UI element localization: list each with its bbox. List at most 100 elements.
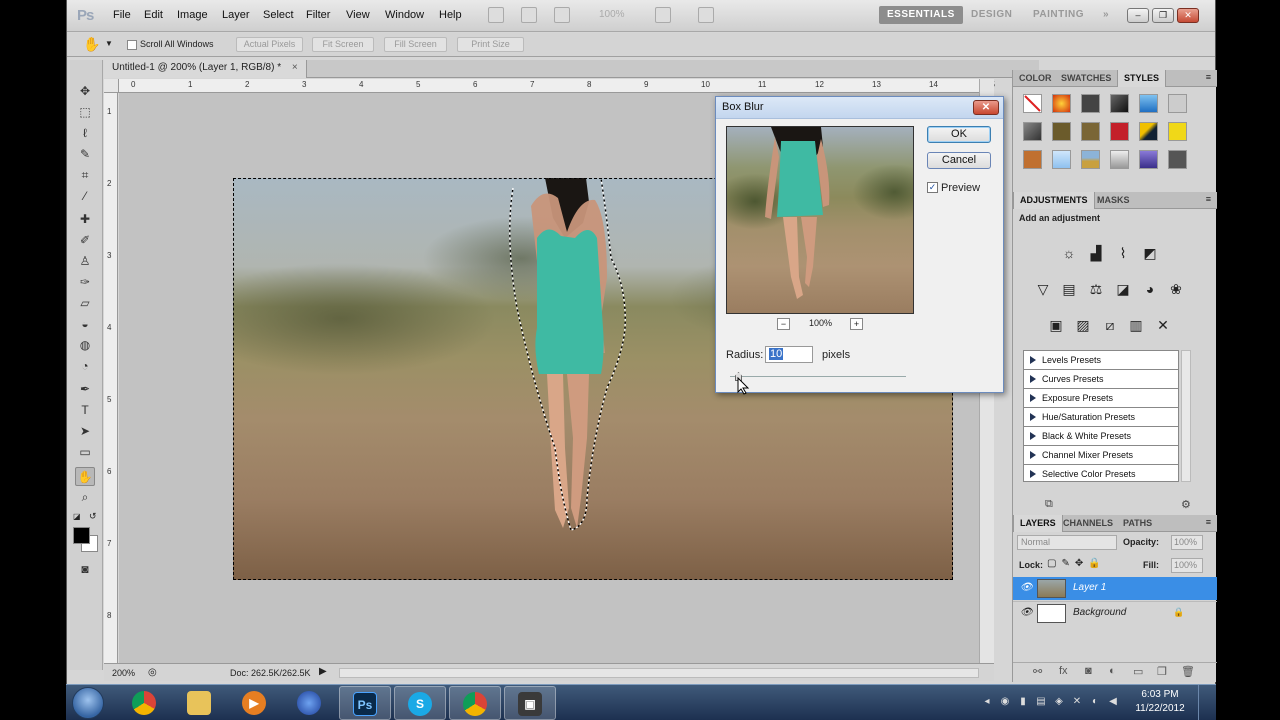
menu-file[interactable]: File <box>113 9 131 21</box>
tab-adjustments[interactable]: ADJUSTMENTS <box>1013 192 1095 209</box>
black-white-icon[interactable]: ◪ <box>1113 279 1133 299</box>
history-brush-tool-icon[interactable]: ✑ <box>75 273 95 292</box>
blend-mode-select[interactable]: Normal <box>1017 535 1117 550</box>
path-selection-tool-icon[interactable]: ➤ <box>75 422 95 441</box>
style-swatch[interactable] <box>1023 122 1042 141</box>
workspace-essentials[interactable]: ESSENTIALS <box>879 6 963 24</box>
eyedropper-tool-icon[interactable]: ⁄ <box>75 187 95 206</box>
taskbar-media-player[interactable]: ▶ <box>229 686 281 720</box>
lasso-tool-icon[interactable]: ℓ <box>75 124 95 143</box>
color-balance-icon[interactable]: ⚖ <box>1086 279 1106 299</box>
tab-channels[interactable]: CHANNELS <box>1057 515 1119 532</box>
radius-input[interactable]: 10 <box>765 346 813 363</box>
foreground-color-swatch[interactable] <box>73 527 90 544</box>
bridge-icon[interactable] <box>488 7 504 23</box>
swap-colors-icon[interactable]: ↺ <box>89 511 97 522</box>
radius-slider-track[interactable] <box>730 376 906 377</box>
document-close-icon[interactable]: × <box>292 62 298 73</box>
style-swatch[interactable] <box>1052 122 1071 141</box>
close-window-button[interactable]: ✕ <box>1177 8 1199 23</box>
scroll-all-checkbox[interactable] <box>127 40 137 50</box>
status-zoom[interactable]: 200% <box>112 668 135 678</box>
style-swatch[interactable] <box>1168 94 1187 113</box>
print-size-button[interactable]: Print Size <box>457 37 524 52</box>
tray-volume-icon[interactable]: ◀ <box>1107 696 1119 708</box>
style-swatch[interactable] <box>1081 122 1100 141</box>
horizontal-scrollbar[interactable] <box>339 668 979 678</box>
presets-scrollbar[interactable] <box>1181 350 1191 482</box>
document-tab[interactable]: Untitled-1 @ 200% (Layer 1, RGB/8) * × <box>104 60 307 78</box>
preset-levels[interactable]: Levels Presets <box>1024 351 1178 370</box>
tray-icon[interactable]: ✕ <box>1071 696 1083 708</box>
show-desktop-button[interactable] <box>1198 685 1210 720</box>
brightness-contrast-icon[interactable]: ☼ <box>1059 243 1079 263</box>
style-swatch[interactable] <box>1139 94 1158 113</box>
menu-window[interactable]: Window <box>385 9 424 21</box>
lock-icons[interactable]: ▢✎✥🔒 <box>1047 558 1106 569</box>
layer-style-icon[interactable]: fx <box>1059 665 1068 677</box>
zoom-out-button[interactable]: − <box>777 318 790 330</box>
maximize-button[interactable]: ❐ <box>1152 8 1174 23</box>
actual-pixels-button[interactable]: Actual Pixels <box>236 37 303 52</box>
fit-screen-button[interactable]: Fit Screen <box>312 37 374 52</box>
zoom-in-button[interactable]: + <box>850 318 863 330</box>
quick-selection-tool-icon[interactable]: ✎ <box>75 145 95 164</box>
style-swatch[interactable] <box>1139 122 1158 141</box>
tab-layers[interactable]: LAYERS <box>1013 515 1063 532</box>
taskbar-photoshop[interactable]: Ps <box>339 686 391 720</box>
tab-swatches[interactable]: SWATCHES <box>1055 70 1117 87</box>
minimize-button[interactable]: – <box>1127 8 1149 23</box>
exposure-icon[interactable]: ◩ <box>1140 243 1160 263</box>
shape-tool-icon[interactable]: ▭ <box>75 443 95 462</box>
menu-filter[interactable]: Filter <box>306 9 330 21</box>
preset-exposure[interactable]: Exposure Presets <box>1024 389 1178 408</box>
tab-color[interactable]: COLOR <box>1013 70 1058 87</box>
menu-help[interactable]: Help <box>439 9 462 21</box>
tray-icon[interactable]: ◈ <box>1053 696 1065 708</box>
dialog-preview-image[interactable] <box>726 126 914 314</box>
quick-mask-icon[interactable]: ◙ <box>75 560 95 579</box>
style-swatch[interactable] <box>1052 150 1071 169</box>
style-swatch[interactable] <box>1023 94 1042 113</box>
dialog-close-button[interactable]: ✕ <box>973 100 999 115</box>
threshold-icon[interactable]: ⧄ <box>1100 315 1120 335</box>
link-layers-icon[interactable]: ⚯ <box>1033 665 1042 678</box>
style-swatch[interactable] <box>1168 122 1187 141</box>
tray-icon[interactable]: ◉ <box>999 696 1011 708</box>
eraser-tool-icon[interactable]: ▱ <box>75 294 95 313</box>
blur-tool-icon[interactable]: ◍ <box>75 336 95 355</box>
visibility-eye-icon[interactable]: 👁 <box>1020 607 1033 619</box>
gradient-map-icon[interactable]: ▥ <box>1126 315 1146 335</box>
taskbar-chrome[interactable] <box>119 686 171 720</box>
panel-menu-icon[interactable]: ≡ <box>1206 72 1211 82</box>
adjust-options-icon[interactable]: ⚙ <box>1181 498 1191 511</box>
vibrance-icon[interactable]: ▽ <box>1033 279 1053 299</box>
clone-stamp-tool-icon[interactable]: ♙ <box>75 252 95 271</box>
layer-row-background[interactable]: 👁 Background 🔒 <box>1013 601 1217 624</box>
more-workspaces-icon[interactable]: » <box>1095 6 1117 24</box>
menu-edit[interactable]: Edit <box>144 9 163 21</box>
panel-menu-icon[interactable]: ≡ <box>1206 517 1211 527</box>
style-swatch[interactable] <box>1023 150 1042 169</box>
preset-hue-saturation[interactable]: Hue/Saturation Presets <box>1024 408 1178 427</box>
layer-name[interactable]: Layer 1 <box>1073 582 1106 593</box>
selective-color-icon[interactable]: ✕ <box>1153 315 1173 335</box>
fill-input[interactable]: 100% <box>1171 558 1203 573</box>
preset-selective-color[interactable]: Selective Color Presets <box>1024 465 1178 484</box>
crop-tool-icon[interactable]: ⌗ <box>75 166 95 185</box>
hand-tool-icon[interactable]: ✋ <box>75 467 95 486</box>
tray-icon[interactable]: ◐ <box>1089 696 1101 708</box>
adjustment-layer-icon[interactable]: ◐ <box>1109 665 1116 677</box>
levels-icon[interactable]: ▟ <box>1086 243 1106 263</box>
hand-tool-preset-icon[interactable]: ✋ <box>83 36 100 53</box>
tab-styles[interactable]: STYLES <box>1117 70 1167 87</box>
style-swatch[interactable] <box>1081 150 1100 169</box>
tray-network-icon[interactable]: ▮ <box>1017 696 1029 708</box>
workspace-painting[interactable]: PAINTING <box>1025 6 1092 24</box>
workspace-design[interactable]: DESIGN <box>963 6 1020 24</box>
radius-value[interactable]: 10 <box>769 348 784 360</box>
clip-to-layer-icon[interactable]: ⧉ <box>1045 498 1053 511</box>
taskbar-globe-app[interactable] <box>284 686 336 720</box>
menu-layer[interactable]: Layer <box>222 9 250 21</box>
preset-black-white[interactable]: Black & White Presets <box>1024 427 1178 446</box>
